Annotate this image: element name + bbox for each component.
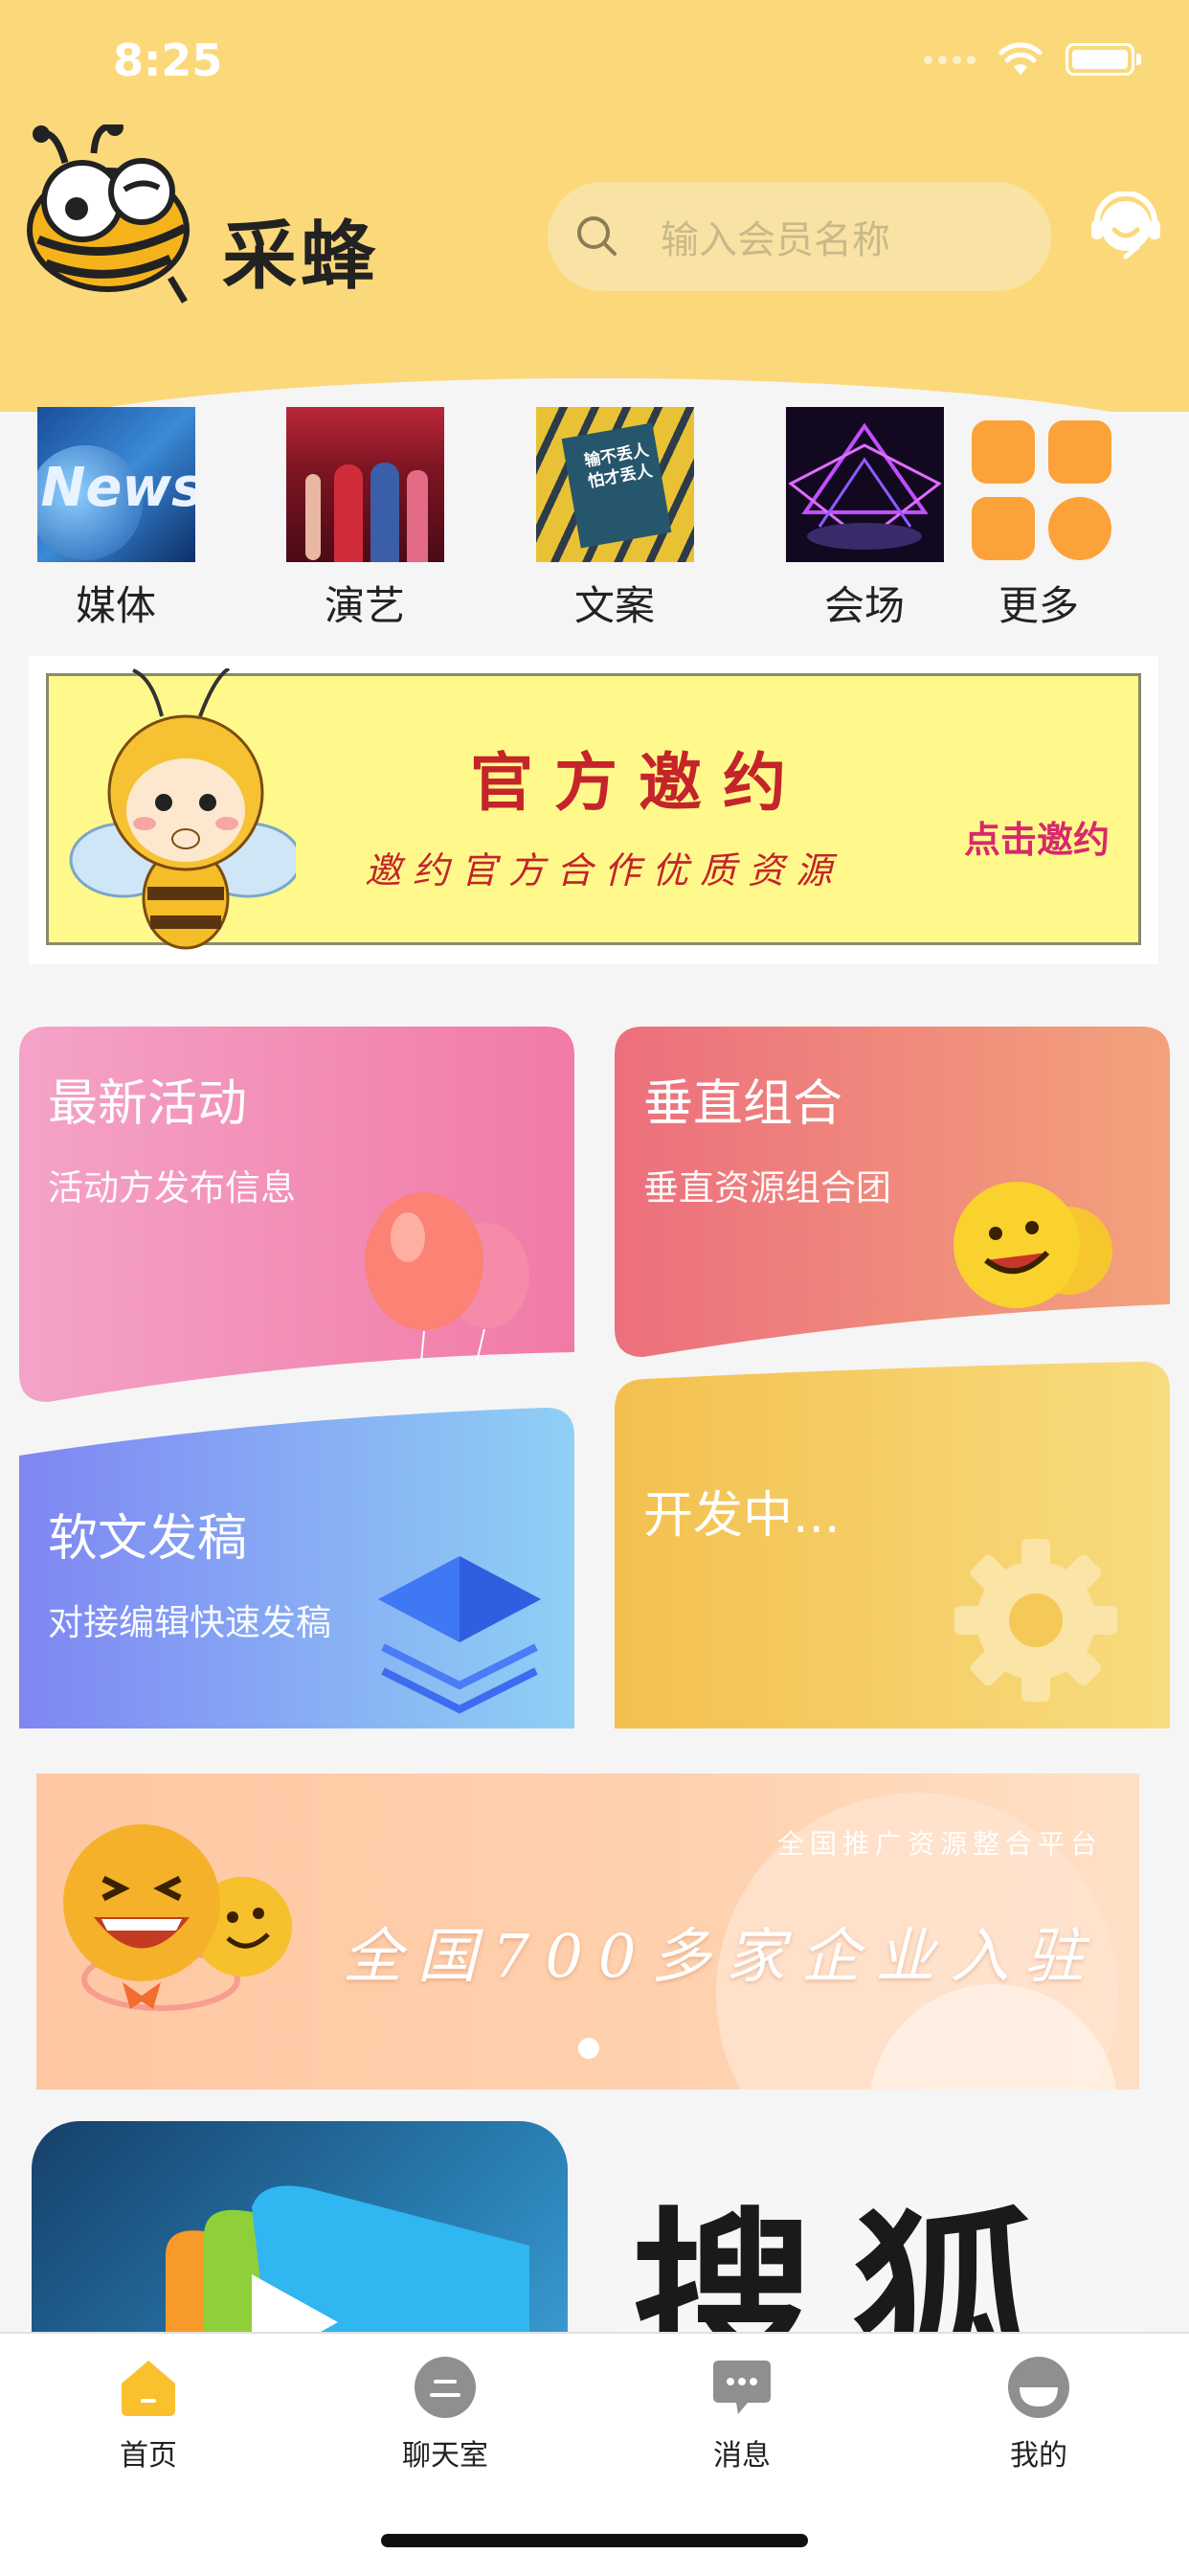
- tile-video-app[interactable]: [32, 2121, 568, 2346]
- card-title: 软文发稿: [48, 1510, 248, 1568]
- tab-label: 我的: [1010, 2439, 1067, 2473]
- card-subtitle: 对接编辑快速发稿: [48, 1602, 331, 1643]
- promo-tagline: 全国推广资源整合平台: [776, 1828, 1103, 1860]
- card-title: 最新活动: [48, 1075, 248, 1133]
- bee-mascot-icon: [69, 668, 296, 950]
- invite-subtitle: 邀约官方合作优质资源: [365, 849, 844, 892]
- layers-icon: [378, 1556, 541, 1714]
- card-soft-article[interactable]: 软文发稿 对接编辑快速发稿: [19, 1408, 574, 1729]
- card-subtitle: 活动方发布信息: [48, 1167, 296, 1209]
- tab-messages[interactable]: 消息: [646, 2355, 838, 2474]
- category-label: 会场: [823, 582, 905, 629]
- laughing-emoji-icon: [63, 1824, 292, 2011]
- smiley-icon: [953, 1182, 1112, 1308]
- venue-thumbnail: [785, 407, 944, 562]
- card-latest-activity[interactable]: 最新活动 活动方发布信息: [19, 1027, 574, 1402]
- category-label: 演艺: [324, 582, 405, 629]
- profile-icon: [1008, 2357, 1069, 2418]
- gear-icon: [954, 1539, 1117, 1702]
- official-invite-banner[interactable]: 官方邀约 邀约官方合作优质资源 点击邀约: [29, 656, 1158, 964]
- tab-profile[interactable]: 我的: [943, 2355, 1134, 2474]
- signal-icon: [924, 55, 976, 64]
- search-input[interactable]: 输入会员名称: [661, 209, 890, 264]
- status-time: 8:25: [113, 34, 223, 86]
- grid-icon: [960, 407, 1118, 562]
- chatroom-icon: [415, 2357, 476, 2418]
- category-row: News 媒体 演艺 输不丢人 怕才丢人 文案 会场 更多: [0, 407, 1189, 632]
- category-venue[interactable]: 会场: [783, 407, 946, 632]
- invite-banner-body: 官方邀约 邀约官方合作优质资源 点击邀约: [46, 668, 1141, 950]
- search-bar[interactable]: 输入会员名称: [548, 182, 1051, 291]
- category-media[interactable]: News 媒体: [34, 407, 197, 632]
- card-title: 开发中...: [643, 1487, 841, 1545]
- promo-banner[interactable]: 全国推广资源整合平台 全国700多家企业入驻: [36, 1774, 1139, 2090]
- sohu-logo-text: 搜狐: [632, 2190, 1073, 2346]
- tab-label: 消息: [713, 2439, 771, 2473]
- video-app-logo-icon: [166, 2185, 529, 2346]
- app-title: 采蜂: [222, 214, 380, 300]
- category-performance[interactable]: 演艺: [283, 407, 446, 632]
- tab-label: 首页: [120, 2439, 177, 2473]
- category-more[interactable]: 更多: [957, 407, 1120, 632]
- customer-service-icon[interactable]: [1089, 192, 1162, 264]
- category-label: 更多: [998, 582, 1079, 629]
- card-title: 垂直组合: [643, 1075, 843, 1133]
- invite-button[interactable]: 点击邀约: [964, 810, 1110, 863]
- home-indicator[interactable]: [381, 2534, 808, 2547]
- category-label: 文案: [573, 582, 655, 629]
- card-vertical-combo[interactable]: 垂直组合 垂直资源组合团: [615, 1027, 1170, 1357]
- home-icon: [122, 2361, 175, 2416]
- search-icon: [577, 216, 617, 256]
- header: 8:25 采蜂 输入会员名称: [0, 0, 1189, 464]
- tab-home[interactable]: 首页: [53, 2355, 244, 2474]
- promo-headline: 全国700多家企业入驻: [343, 1921, 1100, 1991]
- status-icons: [924, 42, 1141, 77]
- category-label: 媒体: [75, 582, 156, 629]
- category-copywriting[interactable]: 输不丢人 怕才丢人 文案: [533, 407, 696, 632]
- tile-sohu[interactable]: 搜狐: [613, 2121, 1149, 2346]
- media-thumbnail: News: [36, 407, 195, 562]
- battery-icon: [1066, 43, 1134, 76]
- invite-title: 官方邀约: [470, 745, 807, 820]
- card-in-development[interactable]: 开发中...: [615, 1362, 1170, 1729]
- copywriting-thumbnail: 输不丢人 怕才丢人: [535, 407, 694, 562]
- balloon-icon: [365, 1192, 529, 1362]
- tab-chatroom[interactable]: 聊天室: [349, 2355, 541, 2474]
- wifi-icon: [998, 42, 1043, 75]
- performance-thumbnail: [285, 407, 444, 562]
- carousel-indicator[interactable]: [578, 2038, 599, 2059]
- card-subtitle: 垂直资源组合团: [643, 1167, 891, 1209]
- message-icon: [713, 2361, 771, 2414]
- bee-logo-icon: [27, 124, 190, 304]
- tab-label: 聊天室: [402, 2439, 488, 2473]
